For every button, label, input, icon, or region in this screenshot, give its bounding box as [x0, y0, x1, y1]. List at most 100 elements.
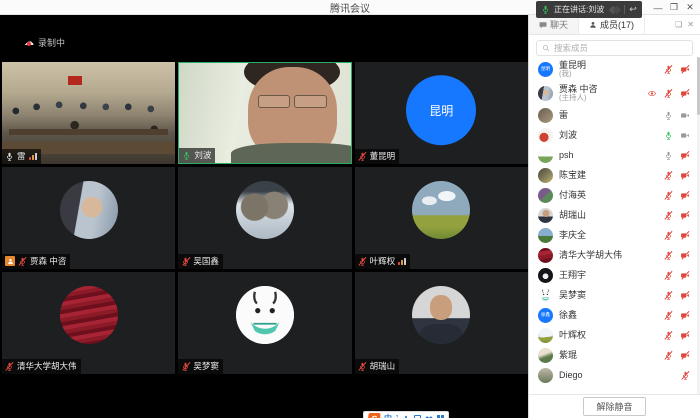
- tab-members-label: 成员(17): [600, 18, 634, 31]
- member-row[interactable]: 叶辉权: [529, 325, 696, 345]
- member-row[interactable]: 刘波: [529, 125, 696, 145]
- member-row[interactable]: 紫琨: [529, 345, 696, 365]
- camera-on-icon[interactable]: [680, 111, 690, 120]
- search-icon: [542, 44, 550, 52]
- avatar: [538, 108, 553, 123]
- member-row[interactable]: 贾森 中咨(主持人): [529, 81, 696, 105]
- member-row[interactable]: 李庆全: [529, 225, 696, 245]
- ime-punctuation-icon[interactable]: ’: [396, 415, 398, 418]
- unmute-button[interactable]: 解除静音: [583, 397, 645, 416]
- mic-muted-icon[interactable]: [664, 191, 673, 200]
- member-row[interactable]: Diego: [529, 365, 696, 385]
- avatar: [538, 368, 553, 383]
- panel-close-icon[interactable]: ✕: [687, 20, 694, 29]
- ime-toolbar[interactable]: S 中 ’: [363, 411, 449, 418]
- tile-nametag: 胡瑞山: [355, 359, 400, 374]
- camera-on-icon[interactable]: [680, 131, 690, 140]
- ime-chinese-mode-icon[interactable]: 中: [384, 415, 392, 418]
- avatar: [538, 248, 553, 263]
- video-tile-wumengdou[interactable]: 吴梦窦: [178, 272, 351, 374]
- mic-muted-icon[interactable]: [664, 171, 673, 180]
- camera-off-icon[interactable]: [680, 251, 690, 260]
- camera-off-icon[interactable]: [680, 211, 690, 220]
- video-tile-huruishan[interactable]: 胡瑞山: [355, 272, 528, 374]
- tile-nametag: 贾森 中咨: [2, 254, 70, 269]
- member-row[interactable]: 吴梦窦: [529, 285, 696, 305]
- member-row[interactable]: 付海英: [529, 185, 696, 205]
- mic-on-icon: [5, 152, 14, 161]
- camera-off-icon[interactable]: [680, 191, 690, 200]
- mic-muted-icon[interactable]: [664, 211, 673, 220]
- rabbit-avatar-icon: [236, 286, 294, 344]
- member-row[interactable]: 徐鑫 徐鑫: [529, 305, 696, 325]
- avatar: 昆明: [538, 62, 553, 77]
- speaking-banner: 正在讲话:刘波 ↩: [536, 1, 642, 18]
- speaking-mic-icon: [541, 5, 550, 14]
- minimize-button[interactable]: —: [650, 3, 666, 13]
- tile-participant-name: 胡瑞山: [370, 360, 396, 372]
- camera-off-icon[interactable]: [680, 89, 690, 98]
- mic-muted-icon: [181, 362, 190, 371]
- focus-eye-icon[interactable]: [647, 89, 657, 98]
- member-row[interactable]: 王翔宇: [529, 265, 696, 285]
- tile-nametag: 吴国鑫: [178, 254, 223, 269]
- video-tile-hudawei[interactable]: 清华大学胡大伟: [2, 272, 175, 374]
- mic-muted-icon[interactable]: [664, 291, 673, 300]
- camera-off-icon[interactable]: [680, 151, 690, 160]
- camera-off-icon[interactable]: [680, 65, 690, 74]
- cloud-record-icon: ☁: [24, 38, 34, 48]
- avatar: [236, 181, 294, 239]
- mic-muted-icon[interactable]: [664, 311, 673, 320]
- mic-on-icon[interactable]: [664, 111, 673, 120]
- search-input[interactable]: [554, 43, 687, 53]
- mic-muted-icon[interactable]: [664, 331, 673, 340]
- mic-muted-icon[interactable]: [664, 231, 673, 240]
- tile-nametag: 吴梦窦: [178, 359, 223, 374]
- camera-off-icon[interactable]: [680, 311, 690, 320]
- avatar: [60, 181, 118, 239]
- avatar: [538, 86, 553, 101]
- member-row[interactable]: 雷: [529, 105, 696, 125]
- member-row[interactable]: 清华大学胡大伟: [529, 245, 696, 265]
- mic-speaking-icon[interactable]: [664, 131, 673, 140]
- close-button[interactable]: ✕: [682, 2, 698, 13]
- window-controls: — ❐ ✕: [650, 0, 698, 15]
- popout-icon[interactable]: ❏: [675, 20, 682, 29]
- video-tile-yehuiquan[interactable]: 叶辉权: [355, 167, 528, 269]
- mic-muted-icon[interactable]: [681, 371, 690, 380]
- avatar: [538, 348, 553, 363]
- back-arrow-icon[interactable]: ↩: [629, 5, 637, 14]
- mic-muted-icon[interactable]: [664, 351, 673, 360]
- member-row[interactable]: psh: [529, 145, 696, 165]
- camera-off-icon[interactable]: [680, 171, 690, 180]
- avatar: [538, 328, 553, 343]
- camera-off-icon[interactable]: [680, 291, 690, 300]
- avatar: [538, 148, 553, 163]
- video-tile-jiasen[interactable]: 贾森 中咨: [2, 167, 175, 269]
- video-tile-lei[interactable]: 雷: [2, 62, 175, 164]
- camera-off-icon[interactable]: [680, 331, 690, 340]
- ime-skin-icon[interactable]: [425, 415, 433, 418]
- network-signal-icon: [398, 257, 406, 265]
- camera-off-icon[interactable]: [680, 231, 690, 240]
- divider: [624, 5, 625, 14]
- member-row[interactable]: 胡瑞山: [529, 205, 696, 225]
- mic-on-icon[interactable]: [664, 151, 673, 160]
- camera-off-icon[interactable]: [680, 351, 690, 360]
- sogou-logo-icon[interactable]: S: [367, 413, 380, 418]
- tile-nametag: 叶辉权: [355, 254, 411, 269]
- mic-muted-icon[interactable]: [664, 65, 673, 74]
- avatar: [412, 286, 470, 344]
- video-tile-dongkunming[interactable]: 昆明 董昆明: [355, 62, 528, 164]
- mic-muted-icon[interactable]: [664, 251, 673, 260]
- camera-off-icon[interactable]: [680, 271, 690, 280]
- member-row[interactable]: 陈宝建: [529, 165, 696, 185]
- mic-muted-icon[interactable]: [664, 271, 673, 280]
- ime-voice-icon[interactable]: [402, 415, 410, 418]
- member-search[interactable]: [536, 40, 693, 56]
- video-tile-liubo[interactable]: 刘波: [178, 62, 351, 164]
- restore-button[interactable]: ❐: [666, 2, 682, 13]
- video-tile-wuguoxin[interactable]: 吴国鑫: [178, 167, 351, 269]
- mic-muted-icon[interactable]: [664, 89, 673, 98]
- member-row[interactable]: 昆明 董昆明(我): [529, 57, 696, 81]
